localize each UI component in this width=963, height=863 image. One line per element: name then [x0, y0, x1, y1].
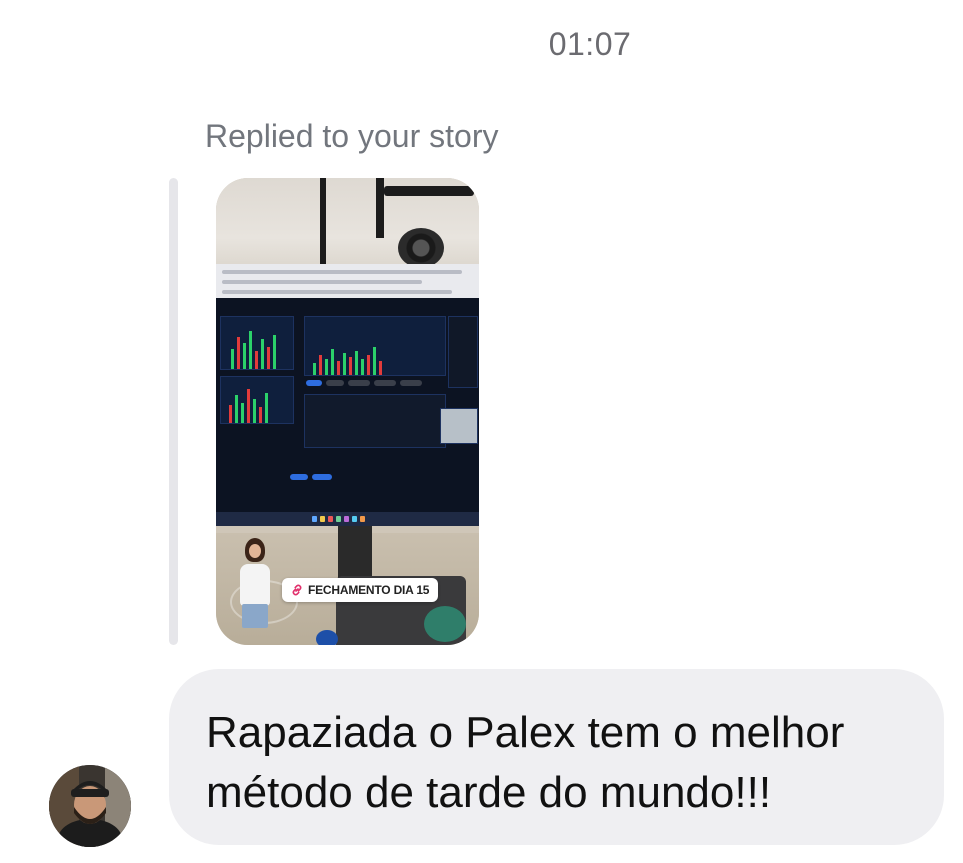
- lamp-arm: [320, 178, 326, 268]
- story-link-text: FECHAMENTO DIA 15: [308, 583, 430, 597]
- taskbar: [216, 512, 479, 526]
- comments-area: [304, 394, 446, 448]
- subscribe-pill: [290, 474, 308, 480]
- avatar-photo: [49, 765, 131, 847]
- figurine-face: [249, 544, 261, 558]
- lamp-arm: [376, 178, 384, 238]
- side-video-1: [220, 316, 294, 370]
- message-bubble[interactable]: Rapaziada o Palex tem o melhor método de…: [169, 669, 944, 845]
- browser-tab-row: [222, 270, 462, 274]
- side-watchlist: [448, 316, 478, 388]
- timestamp: 01:07: [548, 26, 632, 62]
- main-video: [304, 316, 446, 376]
- link-icon: [292, 584, 302, 596]
- screen-content: [216, 298, 479, 512]
- pip-video: [440, 408, 478, 444]
- side-video-2: [220, 376, 294, 424]
- browser-bar: [216, 264, 479, 298]
- action-pill: [348, 380, 370, 386]
- webcam: [398, 228, 444, 268]
- story-link-sticker[interactable]: FECHAMENTO DIA 15: [282, 578, 439, 602]
- browser-bookmarks-row: [222, 290, 452, 294]
- lamp-arm: [384, 186, 474, 196]
- story-reply-rail: [169, 178, 178, 645]
- action-pill: [400, 380, 422, 386]
- figurine-jeans: [242, 604, 268, 628]
- action-pill: [374, 380, 396, 386]
- figurine-body: [240, 564, 270, 606]
- replied-to-story-label: Replied to your story: [205, 118, 499, 154]
- browser-url-row: [222, 280, 422, 284]
- action-pill: [326, 380, 344, 386]
- subscribe-pill: [312, 474, 332, 480]
- blue-eye-object: [316, 630, 338, 645]
- teal-object: [424, 606, 466, 642]
- monitor: [216, 264, 479, 526]
- message-text: Rapaziada o Palex tem o melhor método de…: [206, 708, 845, 817]
- subscribe-pill: [306, 380, 322, 386]
- story-preview[interactable]: FECHAMENTO DIA 15: [216, 178, 479, 645]
- avatar[interactable]: [49, 765, 131, 847]
